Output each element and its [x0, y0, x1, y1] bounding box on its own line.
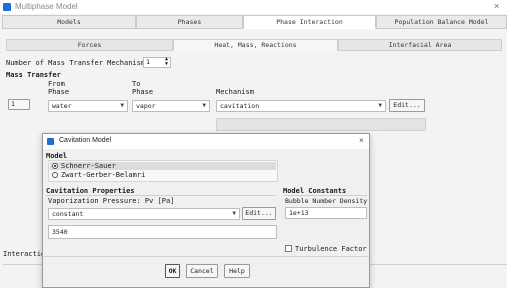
dialog-close-button[interactable]: ×	[359, 136, 364, 145]
model-constants-title: Model Constants	[283, 187, 347, 195]
spin-arrows-icon[interactable]: ▲ ▼	[165, 57, 168, 67]
mechanism-column-header: Mechanism	[216, 88, 254, 96]
vaporization-edit-button[interactable]: Edit...	[242, 207, 276, 220]
subtab-heat-mass-reactions[interactable]: Heat, Mass, Reactions	[173, 39, 338, 51]
tab-phases[interactable]: Phases	[136, 15, 243, 29]
app-icon	[3, 3, 11, 11]
tab-models[interactable]: Models	[2, 15, 136, 29]
mechanisms-count-label: Number of Mass Transfer Mechanisms	[6, 59, 150, 67]
row-index-button[interactable]: 1	[8, 99, 30, 110]
ok-button[interactable]: OK	[165, 264, 180, 278]
window-close-button[interactable]: ×	[494, 1, 499, 11]
mechanisms-count-value: 1	[146, 58, 150, 66]
selected-row-bar[interactable]	[216, 118, 426, 131]
dialog-app-icon	[47, 138, 54, 145]
chevron-down-icon: ▼	[202, 102, 206, 109]
divider	[43, 256, 369, 257]
to-column-header: To	[132, 80, 141, 88]
window-title: Multiphase Model	[15, 2, 78, 11]
from-phase-dropdown[interactable]: water ▼	[48, 100, 128, 112]
from-column-header: From	[48, 80, 65, 88]
vaporization-pressure-label: Vaporization Pressure: Pv [Pa]	[48, 197, 175, 205]
schnerr-sauer-radio[interactable]	[52, 163, 58, 169]
from-phase-column-header: Phase	[48, 88, 70, 96]
to-phase-dropdown[interactable]: vapor ▼	[132, 100, 210, 112]
chevron-down-icon: ▼	[232, 210, 236, 217]
mass-transfer-section-title: Mass Transfer	[6, 71, 61, 79]
bubble-number-density-label: Bubble Number Density	[285, 197, 368, 205]
to-phase-column-header: Phase	[132, 88, 154, 96]
mechanisms-count-stepper[interactable]: 1 ▲ ▼	[143, 57, 171, 68]
schnerr-sauer-label[interactable]: Schnerr-Sauer	[61, 162, 116, 170]
mechanism-edit-button[interactable]: Edit...	[389, 99, 425, 112]
vaporization-pressure-input[interactable]: 3540	[48, 225, 277, 239]
model-section-title: Model	[46, 152, 68, 160]
turbulence-factor-label: Turbulence Factor	[295, 245, 367, 253]
cavitation-model-dialog: Cavitation Model × Model Schnerr-Sauer Z…	[42, 133, 370, 288]
from-phase-value: water	[52, 102, 72, 110]
cavitation-properties-title: Cavitation Properties	[46, 187, 135, 195]
tab-population-balance-model[interactable]: Population Balance Model	[376, 15, 507, 29]
turbulence-factor-checkbox[interactable]	[285, 245, 292, 252]
cancel-button[interactable]: Cancel	[186, 264, 218, 278]
mechanism-dropdown[interactable]: cavitation ▼	[216, 100, 386, 112]
help-button[interactable]: Help	[224, 264, 250, 278]
vaporization-method-value: constant	[52, 210, 84, 218]
tab-phase-interaction[interactable]: Phase Interaction	[243, 15, 376, 29]
interaction-label: Interactio	[3, 250, 46, 258]
vaporization-method-dropdown[interactable]: constant ▼	[48, 208, 240, 220]
subtab-forces[interactable]: Forces	[6, 39, 173, 51]
zwart-gerber-belamri-label[interactable]: Zwart-Gerber-Belamri	[61, 171, 145, 179]
chevron-down-icon: ▼	[120, 102, 124, 109]
divider	[46, 195, 276, 196]
divider	[283, 195, 367, 196]
bubble-number-density-input[interactable]: 1e+13	[285, 207, 367, 219]
zwart-gerber-belamri-radio[interactable]	[52, 172, 58, 178]
subtab-interfacial-area[interactable]: Interfacial Area	[338, 39, 502, 51]
mechanism-value: cavitation	[220, 102, 260, 110]
to-phase-value: vapor	[136, 102, 156, 110]
dialog-title: Cavitation Model	[59, 137, 112, 144]
chevron-down-icon: ▼	[378, 102, 382, 109]
